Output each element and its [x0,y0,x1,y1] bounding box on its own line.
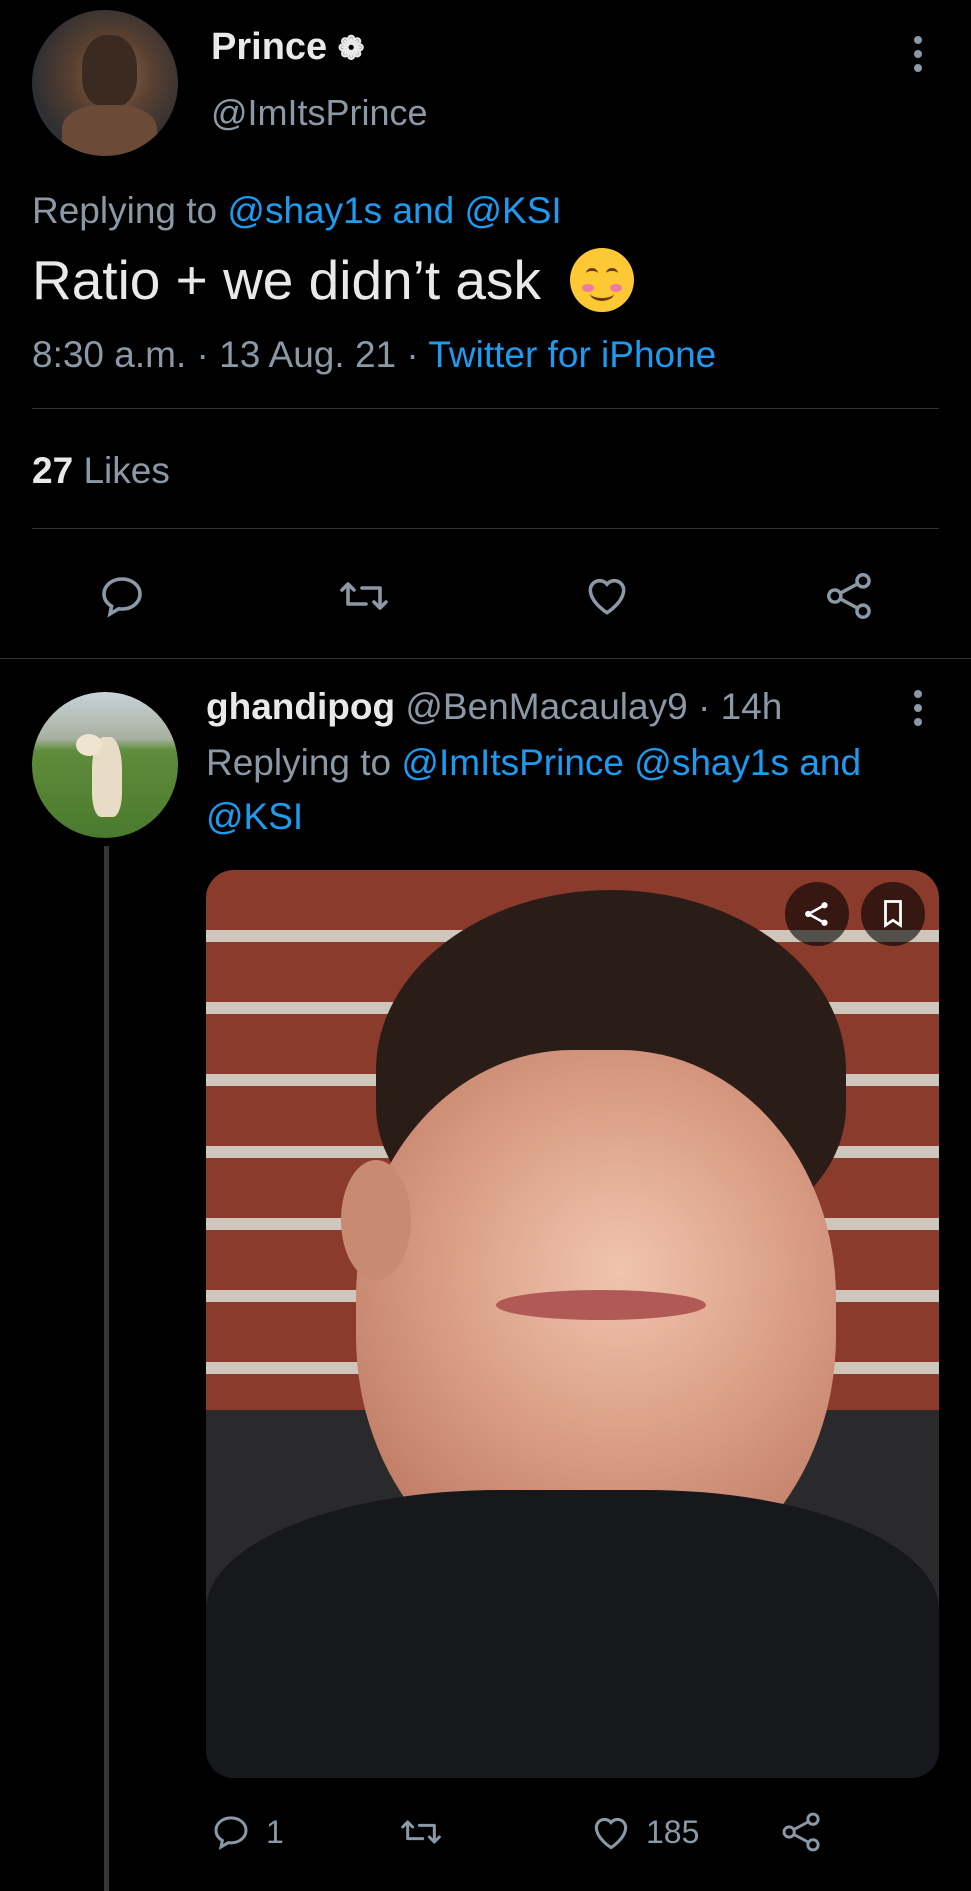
like-icon[interactable] [580,570,634,620]
divider [32,408,939,409]
reply-sep: · [697,686,711,727]
tweet-text: Ratio + we didn’t ask [32,249,542,311]
replying-targets[interactable]: @shay1s and @KSI [227,190,561,231]
share-icon[interactable] [824,570,876,622]
avatar-ghandipog[interactable] [32,692,178,838]
likes-label: Likes [83,450,170,491]
reply-icon[interactable] [96,572,148,620]
like-action[interactable]: 185 [588,1810,699,1854]
display-name-text[interactable]: Prince [211,26,327,68]
tweet-time[interactable]: 8:30 a.m. [32,334,186,375]
name-flower-emoji: ❁ [337,30,365,66]
tweet-text-row: Ratio + we didn’t ask [32,248,635,316]
tweet-media-image[interactable] [206,870,939,1778]
smiling-emoji [570,248,635,313]
reply-replying-targets-2[interactable]: @KSI [206,796,303,838]
reply-replying-to: Replying to @ImItsPrince @shay1s and [206,742,861,784]
tweet-source[interactable]: Twitter for iPhone [428,334,716,375]
reply-more-icon[interactable] [912,690,924,732]
section-divider [0,658,971,659]
reply-display-name[interactable]: ghandipog [206,686,395,727]
tweet-meta: 8:30 a.m. · 13 Aug. 21 · Twitter for iPh… [32,334,716,376]
retweet-icon[interactable] [334,572,394,620]
bookmark-icon[interactable] [861,882,925,946]
meta-sep-2: · [406,334,419,375]
replying-to: Replying to @shay1s and @KSI [32,190,562,232]
reply-time[interactable]: 14h [721,686,783,727]
reply-action[interactable]: 1 [210,1812,284,1852]
media-share-icon[interactable] [785,882,849,946]
share-icon[interactable] [780,1810,824,1854]
replying-prefix: Replying to [32,190,218,231]
like-icon [588,1810,634,1854]
divider [32,528,939,529]
tweet-date[interactable]: 13 Aug. 21 [219,334,396,375]
retweet-icon[interactable] [396,1812,446,1852]
user-handle[interactable]: @ImItsPrince [211,92,428,134]
reply-count: 1 [266,1813,284,1850]
more-icon[interactable] [912,36,924,78]
reply-replying-targets-1[interactable]: @ImItsPrince @shay1s and [401,742,861,783]
reply-replying-prefix: Replying to [206,742,392,783]
reply-handle[interactable]: @BenMacaulay9 [405,686,687,727]
likes-stat[interactable]: 27 Likes [32,450,170,492]
likes-count: 27 [32,450,74,491]
meta-sep-1: · [196,334,209,375]
thread-line [104,846,109,1891]
avatar-prince[interactable] [32,10,178,156]
reply-header: ghandipog @BenMacaulay9 · 14h [206,686,782,728]
reply-icon [210,1812,252,1852]
display-name[interactable]: Prince ❁ [211,26,365,69]
like-count: 185 [646,1813,700,1850]
